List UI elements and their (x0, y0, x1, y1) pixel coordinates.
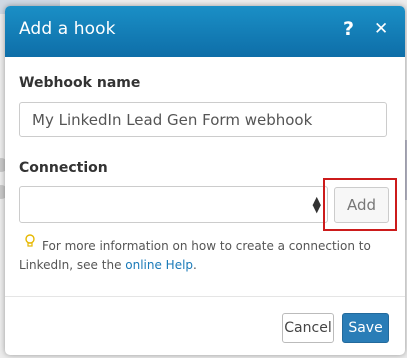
add-hook-dialog: Add a hook ? ✕ Webhook name My LinkedIn … (5, 6, 405, 355)
add-connection-button[interactable]: Add (334, 187, 389, 223)
dialog-header: Add a hook ? ✕ (5, 6, 405, 57)
cancel-button[interactable]: Cancel (282, 313, 334, 343)
connection-help-text: For more information on how to create a … (19, 237, 391, 275)
webhook-name-label: Webhook name (19, 75, 141, 91)
help-text-suffix: . (193, 258, 197, 272)
footer-divider (5, 296, 405, 297)
dialog-title: Add a hook (19, 19, 116, 39)
webhook-name-input[interactable]: My LinkedIn Lead Gen Form webhook (19, 102, 387, 137)
connection-select[interactable]: ▲ ▼ (19, 186, 328, 223)
question-icon[interactable]: ? (343, 18, 354, 40)
save-button[interactable]: Save (342, 313, 389, 343)
select-arrows-icon: ▲ ▼ (312, 194, 321, 215)
online-help-link[interactable]: online Help (125, 258, 193, 272)
connection-label: Connection (19, 160, 108, 176)
close-icon[interactable]: ✕ (374, 19, 388, 39)
